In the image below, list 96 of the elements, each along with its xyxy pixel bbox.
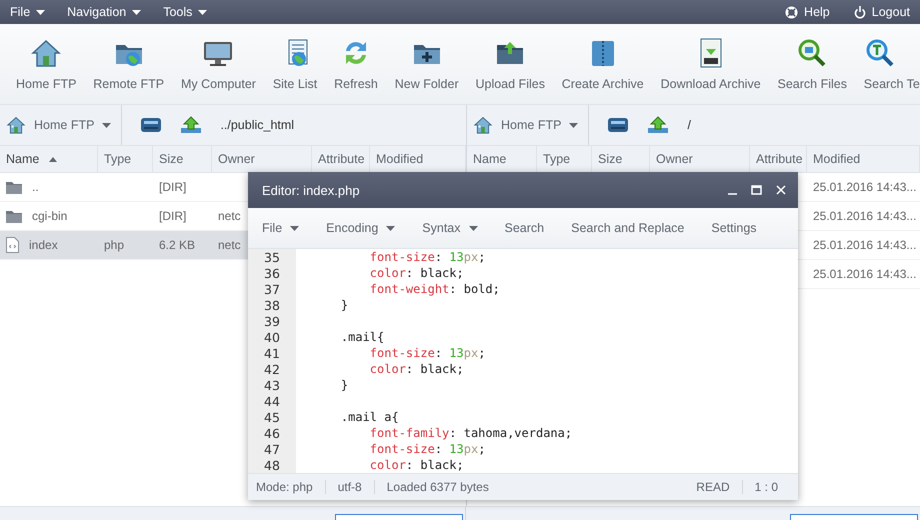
file-name: cgi-bin — [32, 209, 68, 223]
upload-arrow-icon — [180, 116, 202, 134]
toolbar-button[interactable]: Home FTP — [16, 37, 76, 91]
caret-icon — [132, 10, 142, 14]
line-number: 37 — [248, 281, 296, 297]
column-header[interactable]: Modified — [807, 146, 920, 172]
toolbar-button[interactable]: My Computer — [180, 37, 256, 91]
code-line: font-size: 13px; — [368, 442, 486, 456]
toolbar-button[interactable]: Search Te — [864, 37, 920, 91]
column-header[interactable]: Size — [153, 146, 212, 172]
toolbar-button[interactable]: Search Files — [777, 37, 847, 91]
modified-date: 25.01.2016 14:43... — [813, 209, 916, 223]
caret-icon — [198, 10, 208, 14]
folder-icon — [6, 180, 22, 194]
house-icon — [6, 115, 26, 135]
file-owner: netc — [218, 209, 241, 223]
mode-label: Mode: php — [256, 480, 326, 494]
logout-link[interactable]: Logout — [854, 5, 910, 19]
site-selector[interactable]: Home FTP — [0, 105, 122, 145]
house-icon — [30, 37, 62, 69]
help-link[interactable]: Help — [785, 5, 830, 19]
caret-icon — [468, 226, 478, 230]
line-number: 35 — [248, 249, 296, 265]
line-number: 43 — [248, 377, 296, 393]
line-number: 42 — [248, 361, 296, 377]
file-owner: netc — [218, 238, 241, 252]
caret-icon — [102, 122, 112, 128]
code-line: .mail{ — [340, 330, 384, 344]
editor-menu-item[interactable]: Search and Replace — [565, 221, 700, 235]
sort-ascending-icon — [49, 156, 58, 162]
modified-date: 25.01.2016 14:43... — [813, 267, 916, 281]
line-number: 46 — [248, 425, 296, 441]
drive-icon — [607, 117, 630, 133]
window-title: Editor: index.php — [262, 182, 360, 198]
column-header[interactable]: Name — [0, 146, 98, 172]
power-icon — [854, 6, 866, 18]
lifebuoy-icon — [785, 6, 798, 18]
path-label: ../public_html — [220, 118, 294, 132]
code-line: color: black; — [368, 458, 464, 472]
file-name: .. — [32, 180, 39, 194]
toolbar-button[interactable]: Remote FTP — [93, 37, 164, 91]
editor-menu-item[interactable]: Settings — [705, 221, 772, 235]
toolbar-button[interactable]: Create Archive — [562, 37, 644, 91]
site-selector[interactable]: Home FTP — [467, 105, 590, 145]
file-size: [DIR] — [159, 209, 186, 223]
line-number: 47 — [248, 441, 296, 457]
folder-icon — [6, 210, 22, 222]
house-icon — [473, 115, 493, 135]
close-button[interactable] — [774, 183, 788, 197]
modified-date: 25.01.2016 14:43... — [813, 180, 916, 194]
access-label: READ — [684, 480, 743, 494]
status-message: Loaded 6377 bytes — [386, 480, 490, 494]
maximize-icon — [751, 185, 762, 195]
close-icon — [776, 185, 786, 195]
line-number: 36 — [248, 265, 296, 281]
editor-menu-item[interactable]: Search — [498, 221, 560, 235]
file-size: 6.2 KB — [159, 238, 196, 252]
code-line: font-family: tahoma,verdana; — [368, 426, 572, 440]
toolbar-button[interactable]: Site List — [272, 37, 318, 91]
code-line: } — [340, 298, 348, 312]
file-icon — [6, 237, 19, 253]
path-label: / — [687, 118, 691, 132]
file-type: php — [104, 238, 124, 252]
drive-icon — [140, 117, 162, 133]
line-number: 44 — [248, 393, 296, 409]
cursor-position: 1 : 0 — [754, 480, 779, 494]
menu-item[interactable]: Navigation — [67, 5, 142, 19]
code-line: } — [340, 378, 348, 392]
caret-icon — [569, 122, 578, 128]
column-header[interactable]: Type — [98, 146, 153, 172]
code-line: color: black; — [368, 362, 464, 376]
toolbar-button[interactable]: Download Archive — [660, 37, 761, 91]
line-number: 41 — [248, 345, 296, 361]
line-number: 39 — [248, 313, 296, 329]
upload-arrow-icon — [647, 116, 670, 134]
maximize-button[interactable] — [749, 183, 764, 197]
line-number: 40 — [248, 329, 296, 345]
file-size: [DIR] — [159, 180, 186, 194]
modified-date: 25.01.2016 14:43... — [813, 238, 916, 252]
code-line: font-weight: bold; — [368, 282, 500, 296]
caret-icon — [36, 10, 46, 14]
toolbar-button[interactable]: Upload Files — [475, 37, 545, 91]
toolbar-button[interactable]: Refresh — [334, 37, 378, 91]
file-name: index — [29, 238, 58, 252]
menu-item[interactable]: Tools — [163, 5, 208, 19]
minimize-icon — [728, 193, 737, 195]
line-number: 45 — [248, 409, 296, 425]
line-number: 48 — [248, 457, 296, 473]
code-line: color: black; — [368, 266, 464, 280]
encoding-label: utf-8 — [326, 480, 375, 494]
line-number: 38 — [248, 297, 296, 313]
code-line: font-size: 13px; — [368, 346, 486, 360]
code-line: .mail a{ — [340, 410, 399, 424]
magnifier-icon — [864, 37, 896, 69]
menu-item[interactable]: File — [10, 5, 46, 19]
toolbar-button[interactable]: New Folder — [394, 37, 459, 91]
